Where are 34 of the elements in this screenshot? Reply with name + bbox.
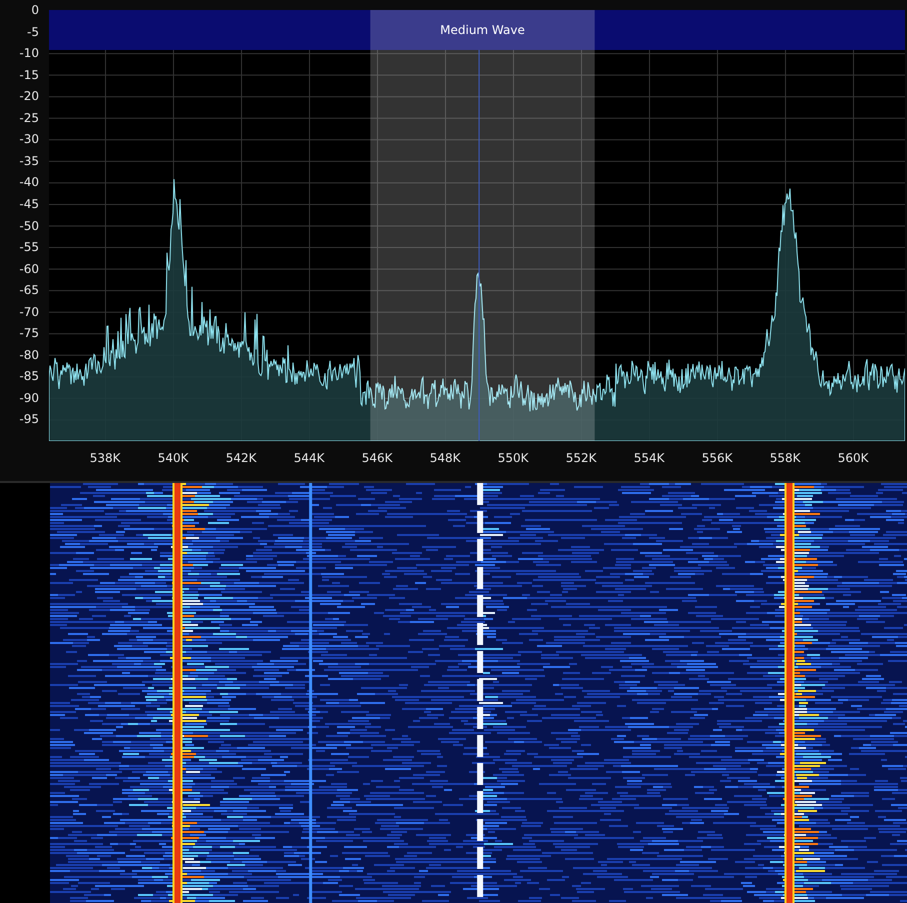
y-axis-label: -90 xyxy=(19,390,39,405)
y-axis-label: -50 xyxy=(19,218,39,232)
x-axis-label: 544K xyxy=(292,451,326,465)
y-axis-label: -15 xyxy=(19,68,39,82)
y-axis-label: -45 xyxy=(19,196,39,211)
y-axis-label: -25 xyxy=(19,110,39,125)
x-axis-label: 546K xyxy=(360,451,394,465)
y-axis-label: -55 xyxy=(19,240,39,254)
y-axis-label: -95 xyxy=(19,412,39,426)
x-axis-label: 554K xyxy=(632,451,666,465)
y-axis-label: -40 xyxy=(19,175,39,190)
y-axis-label: -20 xyxy=(19,89,39,104)
y-axis-label: -65 xyxy=(19,283,39,298)
band-label: Medium Wave xyxy=(440,23,525,37)
x-axis-label: 560K xyxy=(836,451,870,465)
passband-highlight[interactable] xyxy=(370,10,595,441)
x-axis-label: 542K xyxy=(224,451,258,465)
y-axis-label: -10 xyxy=(19,46,39,60)
x-axis-label: 556K xyxy=(700,451,734,465)
y-axis-label: -70 xyxy=(19,304,39,319)
y-axis-label: -75 xyxy=(19,326,39,340)
y-axis-label: -85 xyxy=(19,369,39,384)
x-axis-label: 548K xyxy=(428,451,462,465)
y-axis-label: -60 xyxy=(19,262,39,276)
x-axis-label: 558K xyxy=(768,451,802,465)
y-axis-label: -35 xyxy=(19,154,39,168)
y-axis-label: 0 xyxy=(31,3,39,17)
x-axis-label: 540K xyxy=(156,451,190,465)
y-axis-label: -30 xyxy=(19,132,39,146)
y-axis-label: -5 xyxy=(27,24,39,39)
x-axis-label: 550K xyxy=(496,451,530,465)
x-axis-label: 538K xyxy=(88,451,122,465)
x-axis-label: 552K xyxy=(564,451,598,465)
y-axis-label: -80 xyxy=(19,348,39,362)
